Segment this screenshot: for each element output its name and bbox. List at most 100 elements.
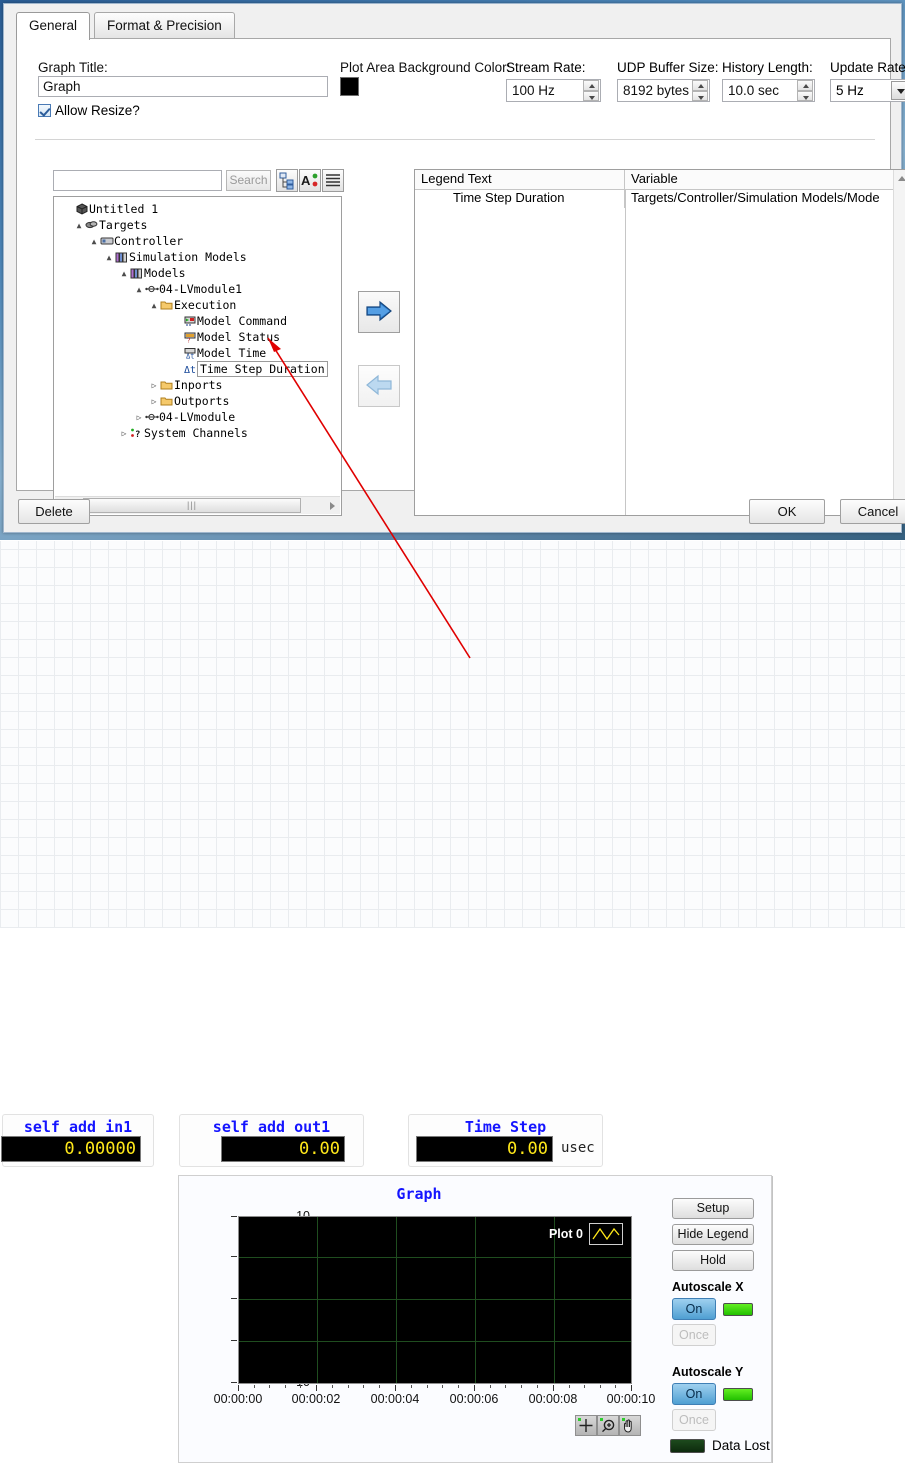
- indicator-unit: usec: [561, 1140, 595, 1156]
- list-view-icon[interactable]: [322, 169, 344, 192]
- stream-rate-stepper[interactable]: [583, 80, 599, 101]
- tree-expander[interactable]: ▷: [149, 378, 159, 394]
- data-lost-led: [670, 1439, 705, 1453]
- plot-legend[interactable]: Plot 0: [549, 1223, 623, 1245]
- tree-expander[interactable]: ▲: [89, 234, 99, 250]
- udp-buffer-size-stepper[interactable]: [692, 80, 708, 101]
- tree-item-system-channels[interactable]: ▷ ? System Channels: [54, 425, 341, 441]
- allow-resize-checkbox[interactable]: [38, 104, 51, 117]
- scroll-thumb[interactable]: |||: [83, 498, 301, 513]
- hide-legend-button[interactable]: Hide Legend: [672, 1224, 754, 1245]
- delete-button[interactable]: Delete: [18, 499, 90, 524]
- tree-expander[interactable]: ▲: [134, 282, 144, 298]
- variable-tree[interactable]: Untitled 1 ▲ Targets ▲ Controller ▲ Simu…: [53, 196, 342, 516]
- zoom-tool-icon[interactable]: [597, 1415, 619, 1436]
- tree-item-model-time[interactable]: Δt Model Time: [54, 345, 341, 361]
- history-length-field[interactable]: 10.0 sec: [722, 79, 815, 102]
- tree-view-icon[interactable]: [276, 169, 298, 192]
- legend-variable-table[interactable]: Legend Text Variable Time Step Duration …: [414, 169, 905, 516]
- tree-item-model-status[interactable]: ? Model Status: [54, 329, 341, 345]
- tree-item-models[interactable]: ▲ Models: [54, 265, 341, 281]
- tree-expander[interactable]: ▲: [74, 218, 84, 234]
- tree-item-targets[interactable]: ▲ Targets: [54, 217, 341, 233]
- tree-item-outports[interactable]: ▷ Outports: [54, 393, 341, 409]
- tab-general[interactable]: General: [16, 12, 91, 40]
- tree-expander[interactable]: ▷: [119, 426, 129, 442]
- tree-item-04-lvmodule[interactable]: ▷ 04-LVmodule: [54, 409, 341, 425]
- pan-tool-icon[interactable]: [619, 1415, 641, 1436]
- grid-line-vertical: [475, 1217, 476, 1383]
- stream-rate-decrement[interactable]: [583, 90, 599, 101]
- remove-variable-button[interactable]: [358, 365, 400, 407]
- y-axis-tick-mark: [231, 1382, 237, 1383]
- tree-item-inports[interactable]: ▷ Inports: [54, 377, 341, 393]
- tree-item-model-command[interactable]: Model Command: [54, 313, 341, 329]
- stream-rate-field[interactable]: 100 Hz: [506, 79, 601, 102]
- autoscale-y-on-label: On: [685, 1387, 703, 1401]
- autoscale-x-once-button[interactable]: Once: [672, 1324, 716, 1346]
- x-axis-tick-label: 00:00:04: [370, 1392, 420, 1406]
- tree-item-controller[interactable]: ▲ Controller: [54, 233, 341, 249]
- svg-text:Δt: Δt: [186, 353, 194, 360]
- column-header-legend-text[interactable]: Legend Text: [415, 170, 625, 189]
- hold-button-label: Hold: [700, 1253, 726, 1267]
- tree-expander[interactable]: ▲: [119, 266, 129, 282]
- udp-buffer-size-increment[interactable]: [692, 80, 708, 91]
- plot-legend-sample[interactable]: [589, 1223, 623, 1245]
- udp-buffer-size-decrement[interactable]: [692, 90, 708, 101]
- table-row[interactable]: Time Step Duration Targets/Controller/Si…: [415, 190, 905, 208]
- hide-legend-button-label: Hide Legend: [677, 1227, 749, 1241]
- tree-item-label: Controller: [114, 234, 184, 248]
- graph-title-input[interactable]: [38, 76, 328, 97]
- update-rate-combobox[interactable]: 5 Hz: [830, 79, 905, 102]
- x-axis-tick-mark: [553, 1385, 554, 1391]
- x-axis-tick-mark: [316, 1385, 317, 1391]
- update-rate-value: 5 Hz: [836, 83, 864, 98]
- stream-rate-increment[interactable]: [583, 80, 599, 91]
- scroll-track[interactable]: |||: [71, 498, 324, 513]
- sort-alpha-icon[interactable]: A: [299, 169, 321, 192]
- cancel-button[interactable]: Cancel: [840, 499, 905, 524]
- search-button[interactable]: Search: [226, 170, 271, 191]
- setup-button-label: Setup: [696, 1201, 730, 1215]
- scroll-right-icon[interactable]: [324, 498, 340, 513]
- tree-expander[interactable]: ▷: [149, 394, 159, 410]
- chevron-down-icon[interactable]: [891, 81, 905, 100]
- udp-buffer-size-field[interactable]: 8192 bytes: [617, 79, 710, 102]
- scroll-up-icon[interactable]: [894, 171, 905, 187]
- column-header-variable[interactable]: Variable: [625, 170, 905, 189]
- hold-button[interactable]: Hold: [672, 1250, 754, 1271]
- history-length-stepper[interactable]: [797, 80, 813, 101]
- autoscale-y-once-button[interactable]: Once: [672, 1409, 716, 1431]
- graph-title-label: Graph Title:: [38, 60, 108, 75]
- legend-table-scrollbar[interactable]: [893, 170, 905, 515]
- cursor-tool-icon[interactable]: [575, 1415, 597, 1436]
- tree-expander[interactable]: ▷: [134, 410, 144, 426]
- svg-text:?: ?: [187, 338, 191, 344]
- tree-expander[interactable]: ▲: [104, 250, 114, 266]
- history-length-decrement[interactable]: [797, 90, 813, 101]
- setup-button[interactable]: Setup: [672, 1198, 754, 1219]
- search-input[interactable]: [53, 170, 222, 191]
- y-axis-tick-mark: [231, 1340, 237, 1341]
- add-variable-button[interactable]: [358, 291, 400, 333]
- cell-legend-text: Time Step Duration: [415, 190, 625, 208]
- tree-item-04-lvmodule1[interactable]: ▲ 04-LVmodule1: [54, 281, 341, 297]
- graph-properties-dialog: General Format & Precision Graph Title: …: [3, 3, 905, 533]
- allow-resize-row[interactable]: Allow Resize?: [38, 103, 140, 121]
- tree-item-untitled-1[interactable]: Untitled 1: [54, 201, 341, 217]
- tree-item-label: Simulation Models: [129, 250, 247, 264]
- autoscale-y-on-button[interactable]: On: [672, 1383, 716, 1405]
- tab-format-precision[interactable]: Format & Precision: [94, 12, 235, 39]
- autoscale-x-on-button[interactable]: On: [672, 1298, 716, 1320]
- plot-area[interactable]: Plot 0: [238, 1216, 632, 1384]
- tree-expander[interactable]: ▲: [149, 298, 159, 314]
- plot-legend-label: Plot 0: [548, 1227, 583, 1241]
- tree-horizontal-scrollbar[interactable]: |||: [55, 496, 340, 514]
- tree-item-execution[interactable]: ▲ Execution: [54, 297, 341, 313]
- ok-button[interactable]: OK: [749, 499, 825, 524]
- tree-item-simulation-models[interactable]: ▲ Simulation Models: [54, 249, 341, 265]
- plot-area-background-color-swatch[interactable]: [340, 77, 359, 96]
- tree-item-time-step-duration[interactable]: Δt Time Step Duration: [54, 361, 341, 377]
- history-length-increment[interactable]: [797, 80, 813, 91]
